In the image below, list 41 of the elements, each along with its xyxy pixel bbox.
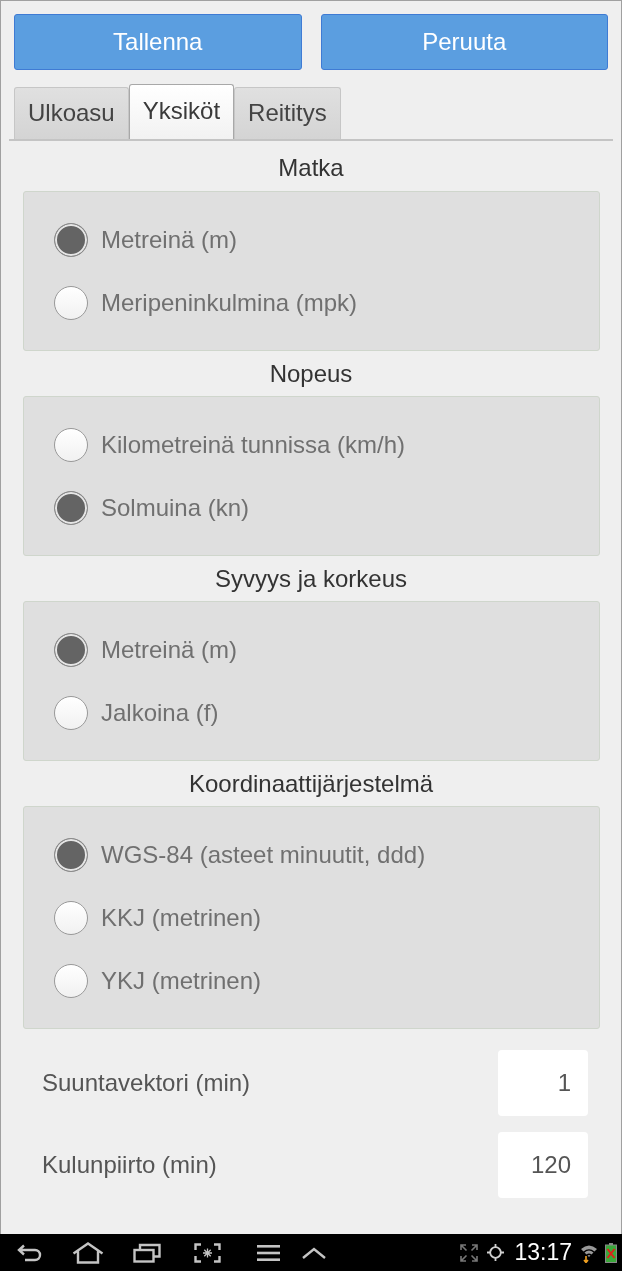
recent-apps-icon[interactable]: [133, 1242, 161, 1263]
field-label: Kulunpiirto (min): [42, 1151, 217, 1179]
option-label[interactable]: KKJ (metrinen): [101, 903, 262, 932]
menu-icon[interactable]: [257, 1244, 280, 1261]
radio-button[interactable]: [54, 490, 88, 525]
radio-button[interactable]: [54, 900, 88, 935]
radio-button[interactable]: [54, 632, 88, 667]
tab[interactable]: Ulkoasu: [14, 87, 129, 139]
option-label[interactable]: Solmuina (kn): [101, 493, 250, 522]
tab[interactable]: Yksiköt: [128, 84, 235, 139]
radio-button[interactable]: [54, 222, 88, 257]
section-title: Nopeus: [269, 359, 353, 388]
radio-button[interactable]: [54, 285, 88, 320]
option-label[interactable]: Metreinä (m): [101, 225, 238, 254]
option-label[interactable]: YKJ (metrinen): [101, 966, 262, 995]
back-icon[interactable]: [17, 1243, 43, 1262]
radio-button[interactable]: [54, 963, 88, 998]
home-icon[interactable]: [72, 1241, 104, 1264]
number-field[interactable]: 1: [498, 1050, 588, 1116]
action-button[interactable]: Peruuta: [320, 14, 608, 70]
radio-button[interactable]: [54, 695, 88, 730]
option-label[interactable]: WGS-84 (asteet minuutit, ddd): [101, 840, 426, 869]
number-field[interactable]: 120: [498, 1132, 588, 1198]
section-title: Matka: [278, 154, 344, 182]
clock-time: 13:17: [514, 1239, 572, 1266]
action-button[interactable]: Tallenna: [14, 14, 302, 70]
option-label[interactable]: Jalkoina (f): [101, 698, 219, 727]
crosshair-icon: [487, 1244, 505, 1261]
option-label[interactable]: Metreinä (m): [101, 635, 238, 664]
option-label[interactable]: Kilometreinä tunnissa (km/h): [101, 430, 406, 459]
radio-button[interactable]: [54, 837, 88, 872]
tab[interactable]: Reititys: [234, 87, 341, 139]
radio-button[interactable]: [54, 427, 88, 462]
fullscreen-icon[interactable]: [460, 1243, 479, 1262]
field-label: Suuntavektori (min): [42, 1069, 251, 1097]
section-title: Syvyys ja korkeus: [214, 564, 408, 593]
screenshot-icon[interactable]: [194, 1242, 221, 1263]
section-title: Koordinaattijärjestelmä: [188, 769, 434, 798]
option-label[interactable]: Meripeninkulmina (mpk): [101, 288, 358, 317]
caret-up-icon[interactable]: [302, 1246, 326, 1259]
battery-icon: [605, 1242, 617, 1263]
